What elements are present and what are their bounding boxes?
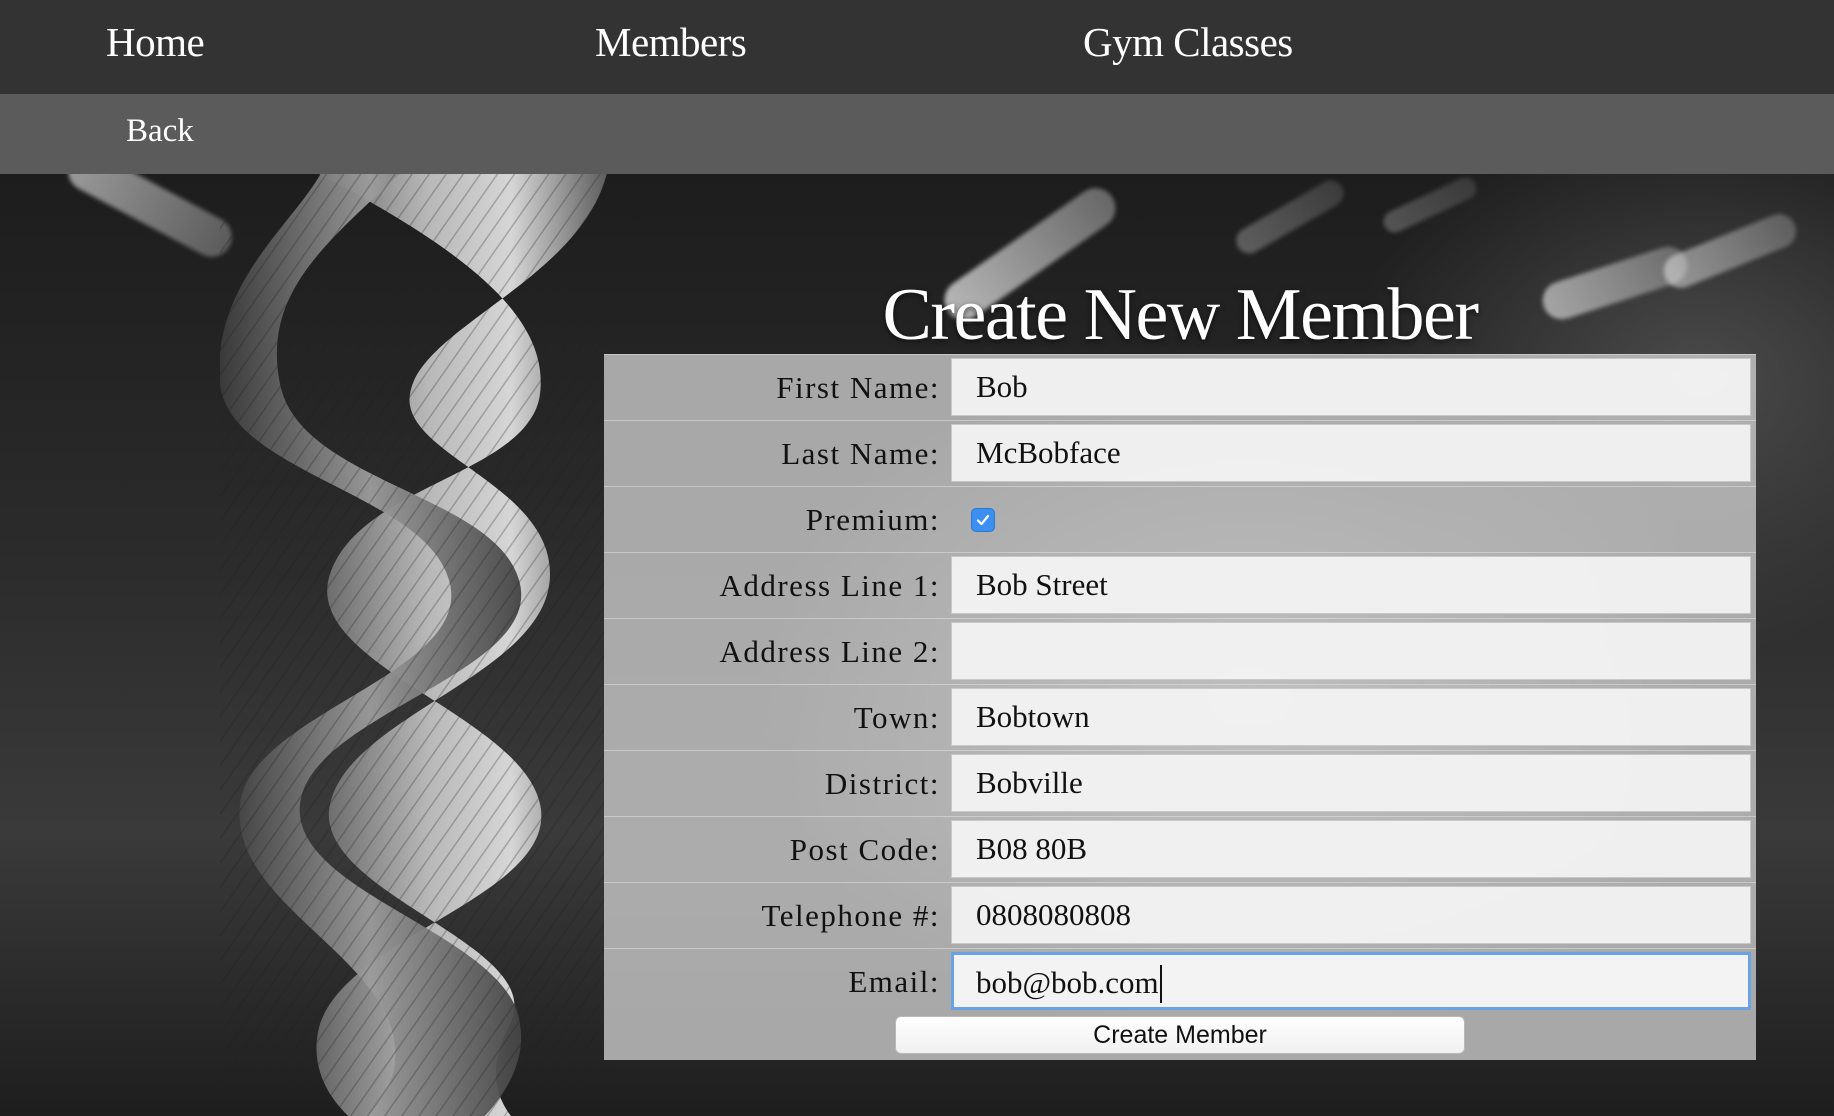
form-row-town: Town:: [604, 684, 1756, 751]
page: Home Members Gym Classes Back Create New…: [0, 0, 1834, 1116]
post-code-label: Post Code:: [789, 832, 940, 867]
address-line-2-label: Address Line 2:: [719, 634, 940, 669]
last-name-label: Last Name:: [781, 436, 940, 471]
premium-label: Premium:: [805, 502, 940, 537]
form-row-telephone: Telephone #:: [604, 882, 1756, 949]
email-label: Email:: [848, 964, 940, 999]
premium-checkbox[interactable]: [971, 508, 995, 532]
email-value: bob@bob.com: [976, 965, 1159, 1000]
form-row-email: Email: bob@bob.com: [604, 948, 1756, 1015]
page-title: Create New Member: [882, 274, 1479, 356]
nav-members-link[interactable]: Members: [595, 16, 747, 68]
create-member-form: First Name: Last Name: Premium: Address …: [604, 354, 1756, 1060]
form-row-address-line-1: Address Line 1:: [604, 552, 1756, 619]
address-line-2-input[interactable]: [951, 622, 1751, 680]
form-row-address-line-2: Address Line 2:: [604, 618, 1756, 685]
district-input[interactable]: [951, 754, 1751, 812]
form-row-premium: Premium:: [604, 486, 1756, 553]
last-name-input[interactable]: [951, 424, 1751, 482]
text-caret: [1159, 964, 1162, 1003]
top-nav: Home Members Gym Classes: [0, 0, 1834, 94]
sub-nav: Back: [0, 94, 1834, 174]
district-label: District:: [824, 766, 940, 801]
nav-gym-classes-link[interactable]: Gym Classes: [1083, 16, 1293, 68]
form-row-post-code: Post Code:: [604, 816, 1756, 883]
post-code-input[interactable]: [951, 820, 1751, 878]
form-row-first-name: First Name:: [604, 354, 1756, 421]
nav-home-link[interactable]: Home: [106, 16, 205, 68]
back-link[interactable]: Back: [126, 108, 194, 154]
address-line-1-label: Address Line 1:: [719, 568, 940, 603]
create-member-button[interactable]: Create Member: [895, 1016, 1465, 1054]
address-line-1-input[interactable]: [951, 556, 1751, 614]
form-row-last-name: Last Name:: [604, 420, 1756, 487]
telephone-input[interactable]: [951, 886, 1751, 944]
town-label: Town:: [853, 700, 940, 735]
rope-image: [220, 174, 610, 1116]
town-input[interactable]: [951, 688, 1751, 746]
form-row-district: District:: [604, 750, 1756, 817]
email-input[interactable]: bob@bob.com: [951, 952, 1751, 1010]
first-name-input[interactable]: [951, 358, 1751, 416]
first-name-label: First Name:: [776, 370, 940, 405]
checkmark-icon: [976, 514, 990, 526]
telephone-label: Telephone #:: [761, 898, 940, 933]
